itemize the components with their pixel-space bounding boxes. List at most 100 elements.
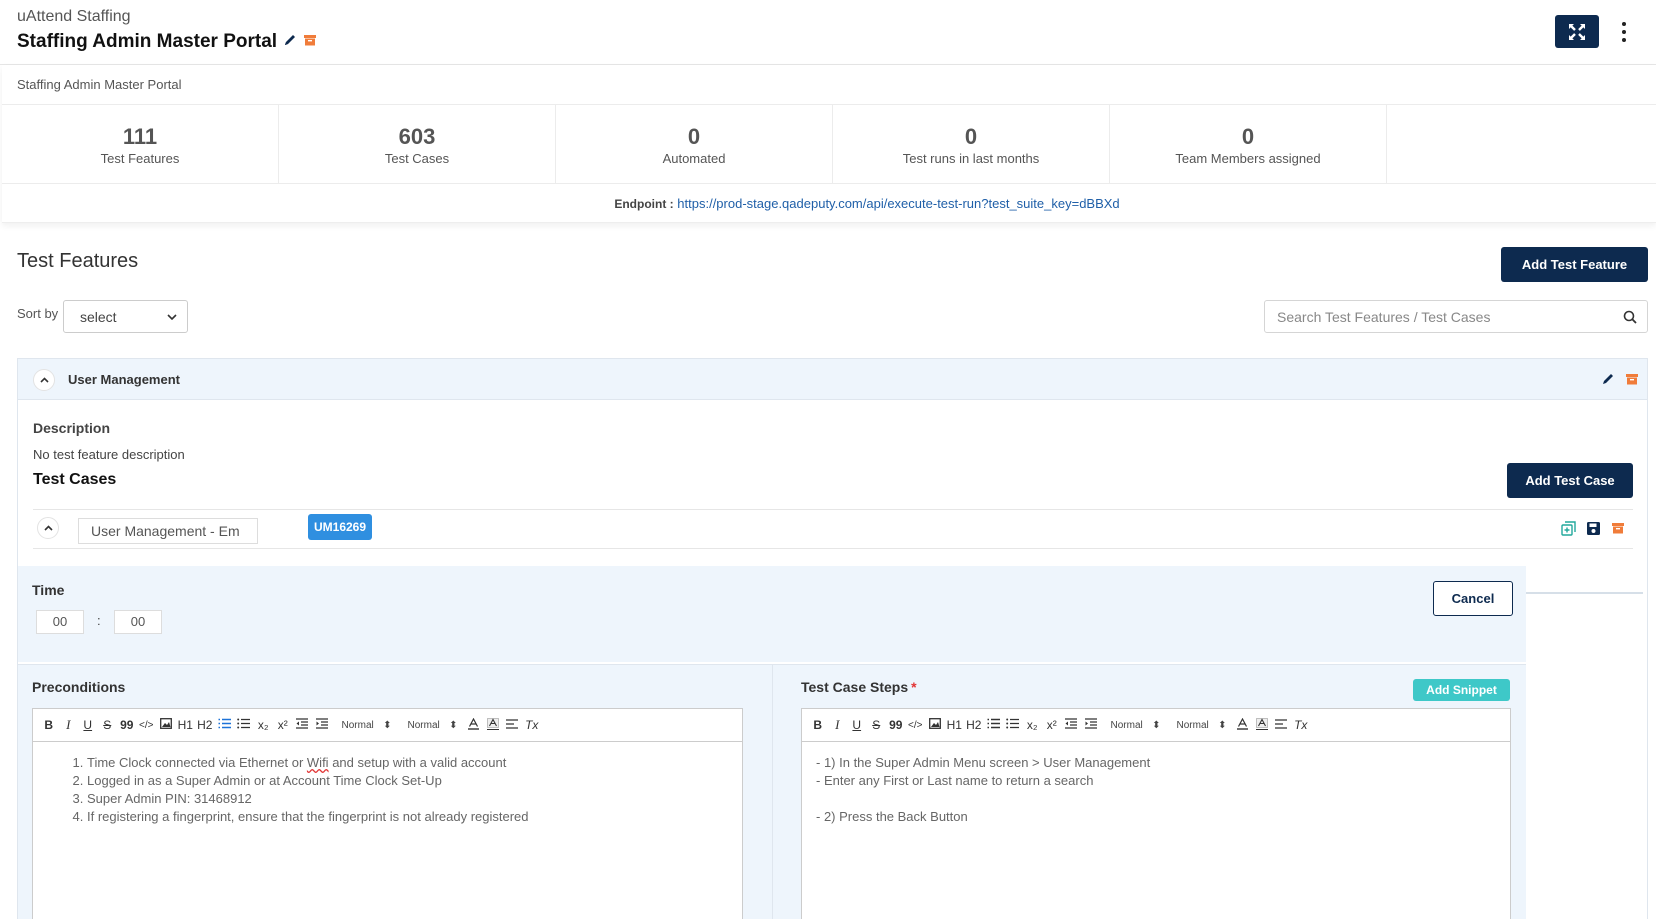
edit-icon[interactable]: [283, 31, 297, 53]
h2-button[interactable]: H2: [964, 718, 984, 732]
bullet-list-icon[interactable]: [1003, 718, 1023, 732]
cancel-button[interactable]: Cancel: [1433, 581, 1513, 616]
code-button[interactable]: </>: [137, 720, 157, 731]
font-size-value: Normal: [341, 719, 374, 731]
edit-icon[interactable]: [1601, 372, 1615, 389]
preconditions-section: Preconditions B I U S 99 </> H1 H2 x₂ x²…: [18, 665, 773, 919]
image-icon[interactable]: [925, 718, 945, 732]
time-separator: :: [97, 613, 101, 628]
time-minutes-input[interactable]: 00: [114, 610, 162, 634]
stat-value: 603: [398, 124, 436, 149]
header-value: Normal: [1176, 719, 1209, 731]
steps-label-text: Test Case Steps: [801, 679, 909, 695]
clear-format-button[interactable]: Tx: [1291, 718, 1311, 732]
underline-button[interactable]: U: [78, 718, 98, 732]
test-case-name-input[interactable]: [78, 518, 258, 544]
font-size-select[interactable]: Normal ⬍: [332, 720, 398, 731]
collapse-test-case-button[interactable]: [37, 517, 59, 539]
quote-button[interactable]: 99: [886, 718, 906, 732]
h1-button[interactable]: H1: [176, 718, 196, 732]
stat-label: Test Features: [100, 151, 180, 166]
editor-toolbar: B I U S 99 </> H1 H2 x₂ x² Normal ⬍ Norma…: [802, 709, 1510, 742]
background-color-icon[interactable]: [483, 717, 503, 733]
list-item: Time Clock connected via Ethernet or Wif…: [87, 754, 728, 772]
stat-value: 0: [1241, 124, 1255, 149]
code-button[interactable]: </>: [906, 720, 926, 731]
header-select[interactable]: Normal ⬍: [398, 720, 464, 731]
archive-icon[interactable]: [1625, 372, 1639, 389]
stat-test-runs: 0 Test runs in last months: [833, 105, 1110, 183]
step-line: - 2) Press the Back Button: [816, 809, 968, 824]
archive-icon[interactable]: [1611, 521, 1625, 539]
feature-actions: [1601, 372, 1639, 389]
subscript-button[interactable]: x₂: [254, 718, 274, 732]
steps-editor: B I U S 99 </> H1 H2 x₂ x² Normal ⬍ Norma…: [801, 708, 1511, 919]
search-icon[interactable]: [1623, 310, 1637, 324]
search-box: [1264, 300, 1648, 333]
text-color-icon[interactable]: [464, 717, 484, 733]
add-test-case-button[interactable]: Add Test Case: [1507, 463, 1633, 498]
indent-icon[interactable]: [312, 718, 332, 732]
superscript-button[interactable]: x²: [1042, 718, 1062, 732]
feature-header[interactable]: User Management: [18, 359, 1647, 400]
indent-icon[interactable]: [1081, 718, 1101, 732]
h1-button[interactable]: H1: [945, 718, 965, 732]
fullscreen-button[interactable]: [1555, 15, 1599, 48]
add-test-feature-button[interactable]: Add Test Feature: [1501, 247, 1648, 282]
header-select[interactable]: Normal ⬍: [1167, 720, 1233, 731]
strike-button[interactable]: S: [867, 718, 887, 732]
step-line: - Enter any First or Last name to return…: [816, 773, 1094, 788]
stat-value: 0: [964, 124, 978, 149]
bold-button[interactable]: B: [808, 718, 828, 732]
endpoint-label: Endpoint :: [614, 197, 674, 211]
suite-summary-panel: Staffing Admin Master Portal 111 Test Fe…: [2, 65, 1656, 223]
step-line: - 1) In the Super Admin Menu screen > Us…: [816, 755, 1151, 770]
stat-test-features: 111 Test Features: [2, 105, 279, 183]
clear-format-button[interactable]: Tx: [522, 718, 542, 732]
stat-automated: 0 Automated: [556, 105, 833, 183]
save-icon[interactable]: [1586, 521, 1601, 539]
stat-test-cases: 603 Test Cases: [279, 105, 556, 183]
ordered-list-icon[interactable]: [984, 718, 1004, 732]
image-icon[interactable]: [156, 718, 176, 732]
align-icon[interactable]: [1272, 718, 1292, 732]
bullet-list-icon[interactable]: [234, 718, 254, 732]
ordered-list-icon[interactable]: [215, 718, 235, 732]
italic-button[interactable]: I: [828, 717, 848, 733]
outdent-icon[interactable]: [1062, 718, 1082, 732]
quote-button[interactable]: 99: [117, 718, 137, 732]
stat-label: Automated: [662, 151, 726, 166]
chevron-up-icon: [43, 525, 53, 531]
test-features-title: Test Features: [17, 250, 139, 272]
more-menu-button[interactable]: [1614, 18, 1634, 46]
subscript-button[interactable]: x₂: [1023, 718, 1043, 732]
stats-row: 111 Test Features 603 Test Cases 0 Autom…: [2, 104, 1656, 184]
italic-button[interactable]: I: [59, 717, 79, 733]
add-snippet-button[interactable]: Add Snippet: [1413, 679, 1510, 701]
duplicate-icon[interactable]: [1561, 521, 1576, 539]
endpoint-link[interactable]: https://prod-stage.qadeputy.com/api/exec…: [677, 196, 1119, 211]
header-value: Normal: [407, 719, 440, 731]
preconditions-content[interactable]: Time Clock connected via Ethernet or Wif…: [33, 742, 742, 838]
updown-icon: ⬍: [383, 719, 392, 731]
search-input[interactable]: [1277, 308, 1607, 325]
outdent-icon[interactable]: [293, 718, 313, 732]
test-case-actions: [1561, 521, 1625, 539]
background-color-icon[interactable]: [1252, 717, 1272, 733]
collapse-feature-button[interactable]: [33, 369, 55, 391]
bold-button[interactable]: B: [39, 718, 59, 732]
list-item: Logged in as a Super Admin or at Account…: [87, 772, 728, 790]
test-cases-title: Test Cases: [33, 471, 117, 488]
h2-button[interactable]: H2: [195, 718, 215, 732]
align-icon[interactable]: [503, 718, 523, 732]
sort-select[interactable]: select: [63, 300, 188, 333]
steps-content[interactable]: - 1) In the Super Admin Menu screen > Us…: [802, 742, 1510, 838]
font-size-select[interactable]: Normal ⬍: [1101, 720, 1167, 731]
archive-icon[interactable]: [303, 31, 317, 53]
required-marker: *: [911, 679, 917, 695]
strike-button[interactable]: S: [98, 718, 118, 732]
superscript-button[interactable]: x²: [273, 718, 293, 732]
text-color-icon[interactable]: [1233, 717, 1253, 733]
time-hours-input[interactable]: 00: [36, 610, 84, 634]
underline-button[interactable]: U: [847, 718, 867, 732]
